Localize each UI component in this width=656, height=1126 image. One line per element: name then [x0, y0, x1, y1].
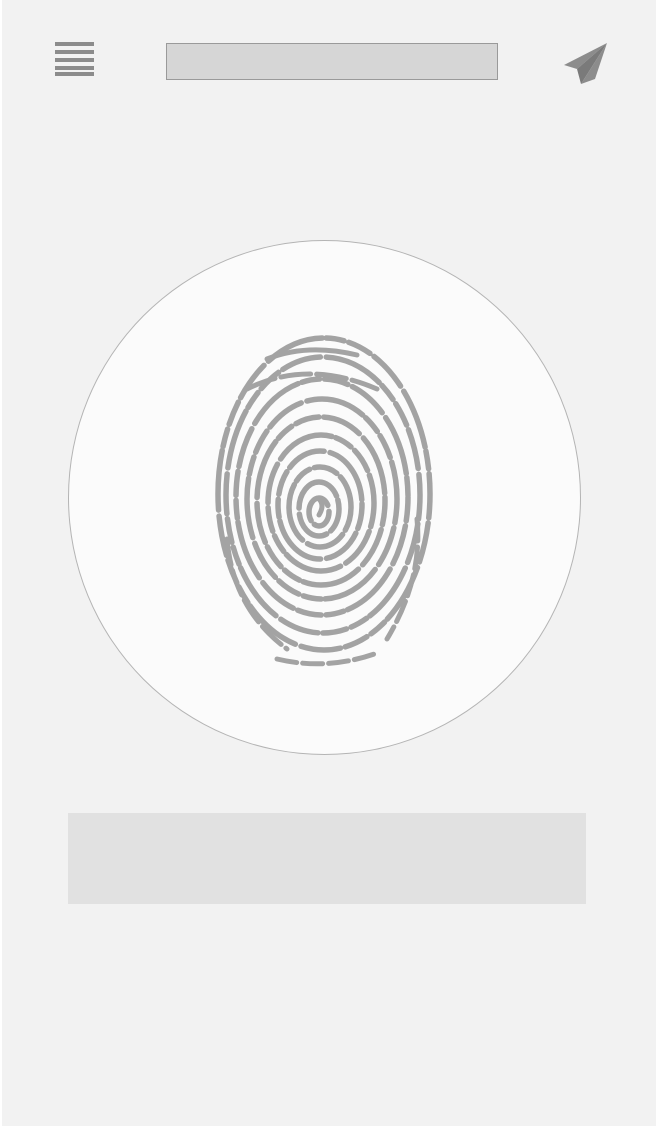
menu-button[interactable] [52, 40, 98, 80]
fingerprint-screen [0, 0, 656, 1126]
hamburger-menu-icon [55, 42, 94, 76]
send-button[interactable] [560, 40, 610, 88]
title-bar-field [166, 43, 498, 80]
fingerprint-scan-area[interactable] [68, 240, 581, 755]
status-message-panel [68, 813, 586, 904]
fingerprint-icon [207, 329, 441, 669]
paper-plane-send-icon [564, 43, 607, 84]
